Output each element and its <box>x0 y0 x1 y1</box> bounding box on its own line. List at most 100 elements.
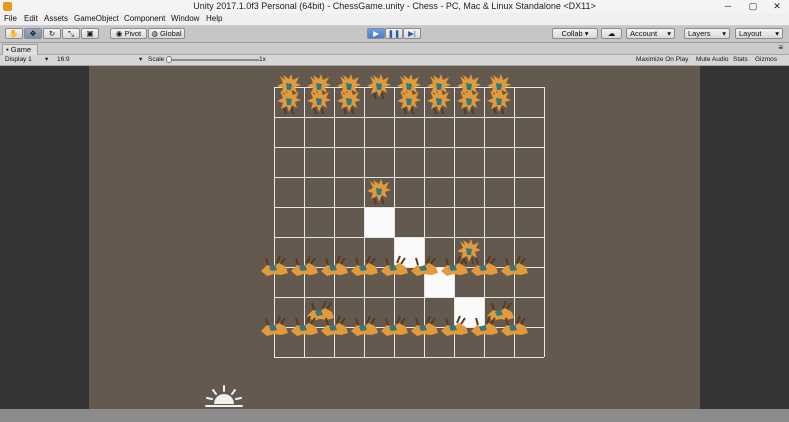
rect-tool-icon[interactable]: ▣ <box>81 28 99 39</box>
layers-dropdown[interactable]: Layers ▾ <box>684 28 730 39</box>
play-button[interactable]: ▶ <box>367 28 385 39</box>
layout-dropdown[interactable]: Layout ▾ <box>735 28 783 39</box>
chevron-down-icon: ▾ <box>667 29 671 38</box>
menu-help[interactable]: Help <box>206 14 222 23</box>
close-button[interactable]: ✕ <box>765 0 789 12</box>
board-gridline <box>274 357 544 358</box>
pause-icon: ❚❚ <box>387 29 401 38</box>
step-icon: ▶| <box>408 29 416 38</box>
enemy-piece[interactable] <box>365 73 393 103</box>
maximize-button[interactable]: ▢ <box>741 0 765 12</box>
pause-button[interactable]: ❚❚ <box>385 28 403 39</box>
minimize-button[interactable]: ─ <box>716 0 740 12</box>
player-piece[interactable] <box>259 315 289 341</box>
game-view-controls: Display 1 ▾ 16:9 ▾ Scale 1x Maximize On … <box>0 55 789 66</box>
window-title-bar: Unity 2017.1.0f3 Personal (64bit) - Ches… <box>0 0 789 14</box>
game-scene[interactable] <box>89 66 700 409</box>
play-icon: ▶ <box>373 29 379 38</box>
board-gridline <box>274 237 544 238</box>
menu-edit[interactable]: Edit <box>24 14 38 23</box>
move-tool-icon[interactable]: ✥ <box>24 28 42 39</box>
player-piece[interactable] <box>439 255 469 281</box>
player-piece[interactable] <box>499 255 529 281</box>
player-piece[interactable] <box>469 315 499 341</box>
pivot-icon: ◉ <box>115 29 123 38</box>
game-view-bottom-strip <box>0 409 789 422</box>
enemy-piece[interactable] <box>335 88 363 118</box>
player-piece[interactable] <box>409 315 439 341</box>
sun-icon <box>205 385 243 407</box>
game-controller-icon: ▪ <box>6 45 9 54</box>
gizmos-dropdown[interactable]: Gizmos <box>755 56 777 64</box>
board-gridline <box>274 207 544 208</box>
board-gridline <box>274 147 544 148</box>
player-piece[interactable] <box>469 255 499 281</box>
cloud-icon[interactable]: ☁ <box>601 28 622 39</box>
board-gridline <box>274 177 544 178</box>
game-tab-bar: ▪ Game ≡ <box>0 43 789 55</box>
game-view[interactable] <box>0 66 789 422</box>
rotate-tool-icon[interactable]: ↻ <box>43 28 61 39</box>
pivot-label: Pivot <box>124 29 142 38</box>
pivot-toggle[interactable]: ◉ Pivot <box>110 28 147 39</box>
aspect-chevron-icon: ▾ <box>139 56 143 63</box>
enemy-piece[interactable] <box>455 88 483 118</box>
board-gridline <box>544 87 545 357</box>
enemy-piece[interactable] <box>395 88 423 118</box>
layers-label: Layers <box>688 29 711 38</box>
tab-game[interactable]: ▪ Game <box>2 44 39 55</box>
chevron-down-icon: ▾ <box>722 29 726 38</box>
enemy-piece[interactable] <box>305 88 333 118</box>
tab-game-label: Game <box>10 45 32 54</box>
scale-tool-icon[interactable]: ⤡ <box>62 28 80 39</box>
scale-slider-handle[interactable] <box>166 56 172 63</box>
account-label: Account <box>630 29 658 38</box>
enemy-piece[interactable] <box>275 88 303 118</box>
player-piece[interactable] <box>409 255 439 281</box>
player-piece[interactable] <box>289 255 319 281</box>
enemy-piece[interactable] <box>365 178 393 208</box>
scale-slider-track[interactable] <box>167 59 259 61</box>
hand-tool-icon[interactable]: ✋ <box>5 28 23 39</box>
window-title: Unity 2017.1.0f3 Personal (64bit) - Ches… <box>193 1 596 11</box>
player-piece[interactable] <box>319 315 349 341</box>
chevron-down-icon: ▾ <box>775 29 779 38</box>
collab-dropdown[interactable]: Collab ▾ <box>552 28 598 39</box>
main-toolbar: ✋ ✥ ↻ ⤡ ▣ ◉ Pivot ◍ Global ▶ ❚❚ ▶| Colla… <box>0 26 789 43</box>
layout-label: Layout <box>739 29 762 38</box>
board-gridline <box>274 297 544 298</box>
menu-file[interactable]: File <box>4 14 17 23</box>
scale-value: 1x <box>259 56 266 63</box>
stats-toggle[interactable]: Stats <box>733 56 748 64</box>
player-piece[interactable] <box>319 255 349 281</box>
menu-bar: File Edit Assets GameObject Component Wi… <box>0 13 789 26</box>
account-dropdown[interactable]: Account ▾ <box>626 28 675 39</box>
enemy-piece[interactable] <box>485 88 513 118</box>
menu-assets[interactable]: Assets <box>44 14 68 23</box>
player-piece[interactable] <box>349 255 379 281</box>
step-button[interactable]: ▶| <box>403 28 421 39</box>
globe-icon: ◍ <box>151 29 158 38</box>
chess-board[interactable] <box>261 74 545 358</box>
mute-audio-toggle[interactable]: Mute Audio <box>696 56 729 64</box>
scale-label: Scale <box>148 56 165 63</box>
player-piece[interactable] <box>379 255 409 281</box>
menu-component[interactable]: Component <box>124 14 165 23</box>
enemy-piece[interactable] <box>425 88 453 118</box>
global-toggle[interactable]: ◍ Global <box>148 28 185 39</box>
menu-gameobject[interactable]: GameObject <box>74 14 119 23</box>
global-label: Global <box>159 29 182 38</box>
aspect-dropdown[interactable]: 16:9 <box>57 56 70 64</box>
maximize-on-play-toggle[interactable]: Maximize On Play <box>636 56 688 64</box>
player-piece[interactable] <box>379 315 409 341</box>
highlighted-square[interactable] <box>364 207 394 237</box>
display-chevron-icon: ▾ <box>45 56 49 63</box>
player-piece[interactable] <box>259 255 289 281</box>
player-piece[interactable] <box>289 315 319 341</box>
player-piece[interactable] <box>439 315 469 341</box>
tab-menu-icon[interactable]: ≡ <box>778 43 783 52</box>
player-piece[interactable] <box>349 315 379 341</box>
display-dropdown[interactable]: Display 1 <box>5 56 32 64</box>
menu-window[interactable]: Window <box>171 14 199 23</box>
player-piece[interactable] <box>499 315 529 341</box>
